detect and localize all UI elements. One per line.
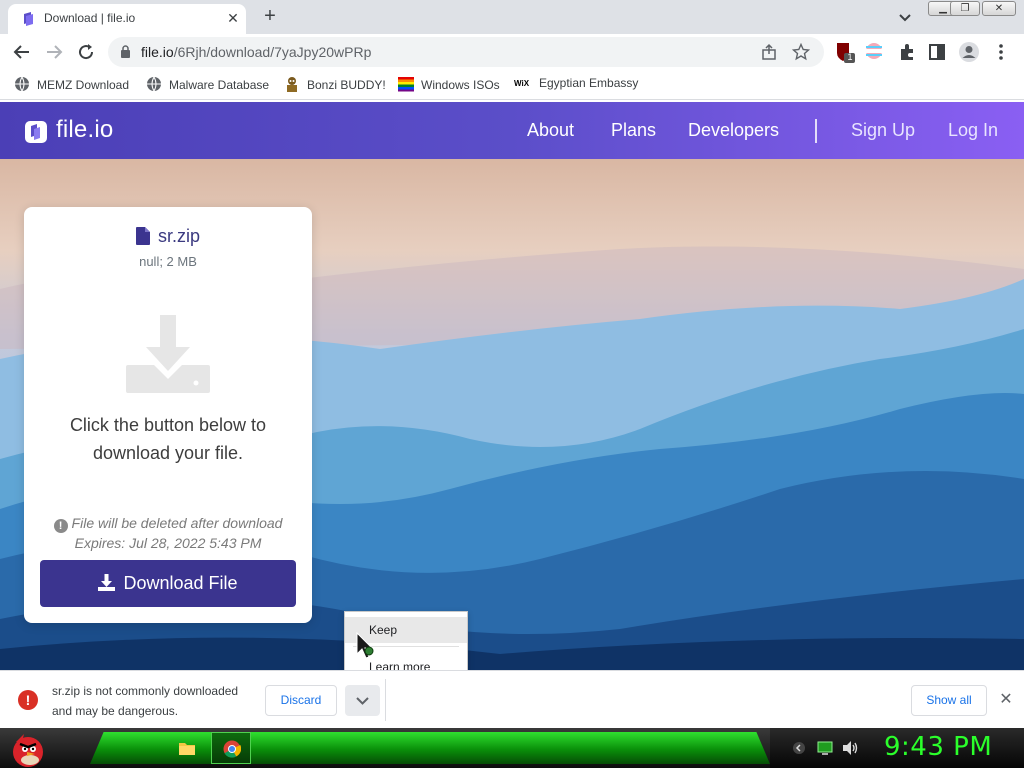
file-explorer-icon[interactable]	[178, 739, 196, 757]
taskbar-clock[interactable]: 9:43 PM	[884, 732, 992, 762]
restore-button[interactable]: ❐	[950, 1, 980, 16]
bookmark-malware-database[interactable]: Malware Database	[146, 76, 269, 94]
close-shelf-icon[interactable]: ✕	[996, 690, 1016, 710]
info-icon: !	[53, 519, 68, 533]
nav-developers[interactable]: Developers	[688, 120, 779, 141]
windows-flag-icon	[398, 77, 414, 92]
download-icon	[98, 574, 116, 591]
side-panel-icon[interactable]	[926, 41, 948, 63]
site-logo-text[interactable]: file.io	[56, 116, 113, 144]
share-icon[interactable]	[760, 43, 778, 61]
angry-bird-start-icon[interactable]	[8, 730, 48, 768]
star-icon[interactable]	[792, 43, 810, 61]
file-icon	[136, 227, 150, 245]
pride-extension-icon[interactable]	[864, 41, 886, 63]
ublock-extension-icon[interactable]: 1	[834, 41, 856, 63]
nav-divider	[815, 119, 817, 143]
download-options-button[interactable]	[345, 685, 380, 716]
lock-icon[interactable]	[120, 45, 131, 58]
discard-button[interactable]: Discard	[265, 685, 337, 716]
file-meta: null; 2 MB	[139, 254, 197, 269]
kebab-menu-icon[interactable]	[990, 41, 1012, 63]
download-file-button[interactable]: Download File	[40, 560, 296, 607]
download-tray-icon	[126, 315, 210, 393]
extension-badge: 1	[847, 52, 853, 62]
browser-toolbar: file.io/6Rjh/download/7yaJpy20wPRp 1	[0, 34, 1024, 70]
bookmark-bonzi-buddy[interactable]: Bonzi BUDDY!	[284, 76, 386, 94]
file-name: sr.zip	[158, 226, 201, 246]
new-tab-plus-icon[interactable]: +	[258, 5, 282, 29]
nav-sign-up[interactable]: Sign Up	[851, 120, 915, 141]
bookmark-egyptian-embassy[interactable]: WiX Egyptian Embassy	[514, 76, 638, 94]
download-warning-text: sr.zip is not commonly downloaded and ma…	[52, 684, 239, 718]
url-text: file.io/6Rjh/download/7yaJpy20wPRp	[141, 44, 372, 60]
taskbar-chrome-button[interactable]	[211, 732, 251, 764]
wix-icon: WiX	[514, 79, 530, 88]
nav-about[interactable]: About	[527, 120, 574, 141]
nav-plans[interactable]: Plans	[611, 120, 656, 141]
bookmark-memz[interactable]: MEMZ Download	[14, 76, 129, 94]
volume-icon[interactable]	[841, 740, 859, 756]
forward-arrow-icon[interactable]	[42, 40, 66, 64]
profile-avatar-icon[interactable]	[958, 41, 980, 63]
show-all-button[interactable]: Show all	[911, 685, 987, 716]
tab-active[interactable]: Download | file.io ✕	[8, 4, 246, 34]
tab-title: Download | file.io	[44, 11, 136, 25]
download-shelf: ! sr.zip is not commonly downloaded and …	[0, 670, 1024, 728]
nav-log-in[interactable]: Log In	[948, 120, 998, 141]
chevron-down-icon[interactable]	[896, 8, 914, 26]
back-arrow-icon[interactable]	[10, 40, 34, 64]
bookmark-windows-isos[interactable]: Windows ISOs	[398, 76, 500, 94]
chevron-down-icon	[356, 697, 369, 705]
bonzi-icon	[287, 77, 297, 92]
close-icon[interactable]: ✕	[224, 9, 242, 27]
expiry-warning: ! File will be deleted after download Exp…	[24, 513, 312, 553]
globe-icon	[15, 76, 29, 92]
tab-strip: Download | file.io ✕ + ▁ ❐ ✕	[0, 0, 1024, 34]
download-instructions: Click the button below to download your …	[69, 415, 267, 463]
puzzle-extensions-icon[interactable]	[896, 41, 918, 63]
taskbar: 9:43 PM	[0, 728, 1024, 768]
show-hidden-icons-icon[interactable]	[792, 741, 806, 755]
chrome-icon	[223, 740, 241, 758]
mouse-cursor-icon	[356, 632, 374, 659]
fileio-favicon-icon	[24, 12, 33, 26]
web-page: file.io About Plans Developers Sign Up L…	[0, 102, 1024, 670]
globe-icon	[147, 76, 161, 92]
danger-icon: !	[18, 690, 38, 710]
shelf-divider	[385, 679, 386, 721]
network-monitor-icon[interactable]	[817, 740, 833, 756]
download-card: sr.zip null; 2 MB Click the button below…	[24, 207, 312, 623]
window-close-button[interactable]: ✕	[982, 1, 1016, 16]
address-bar[interactable]: file.io/6Rjh/download/7yaJpy20wPRp	[108, 37, 824, 67]
site-header: file.io About Plans Developers Sign Up L…	[0, 102, 1024, 159]
bookmarks-bar: MEMZ Download Malware Database Bonzi BUD…	[0, 70, 1024, 100]
fileio-logo-icon[interactable]	[24, 120, 48, 144]
reload-icon[interactable]	[74, 40, 98, 64]
